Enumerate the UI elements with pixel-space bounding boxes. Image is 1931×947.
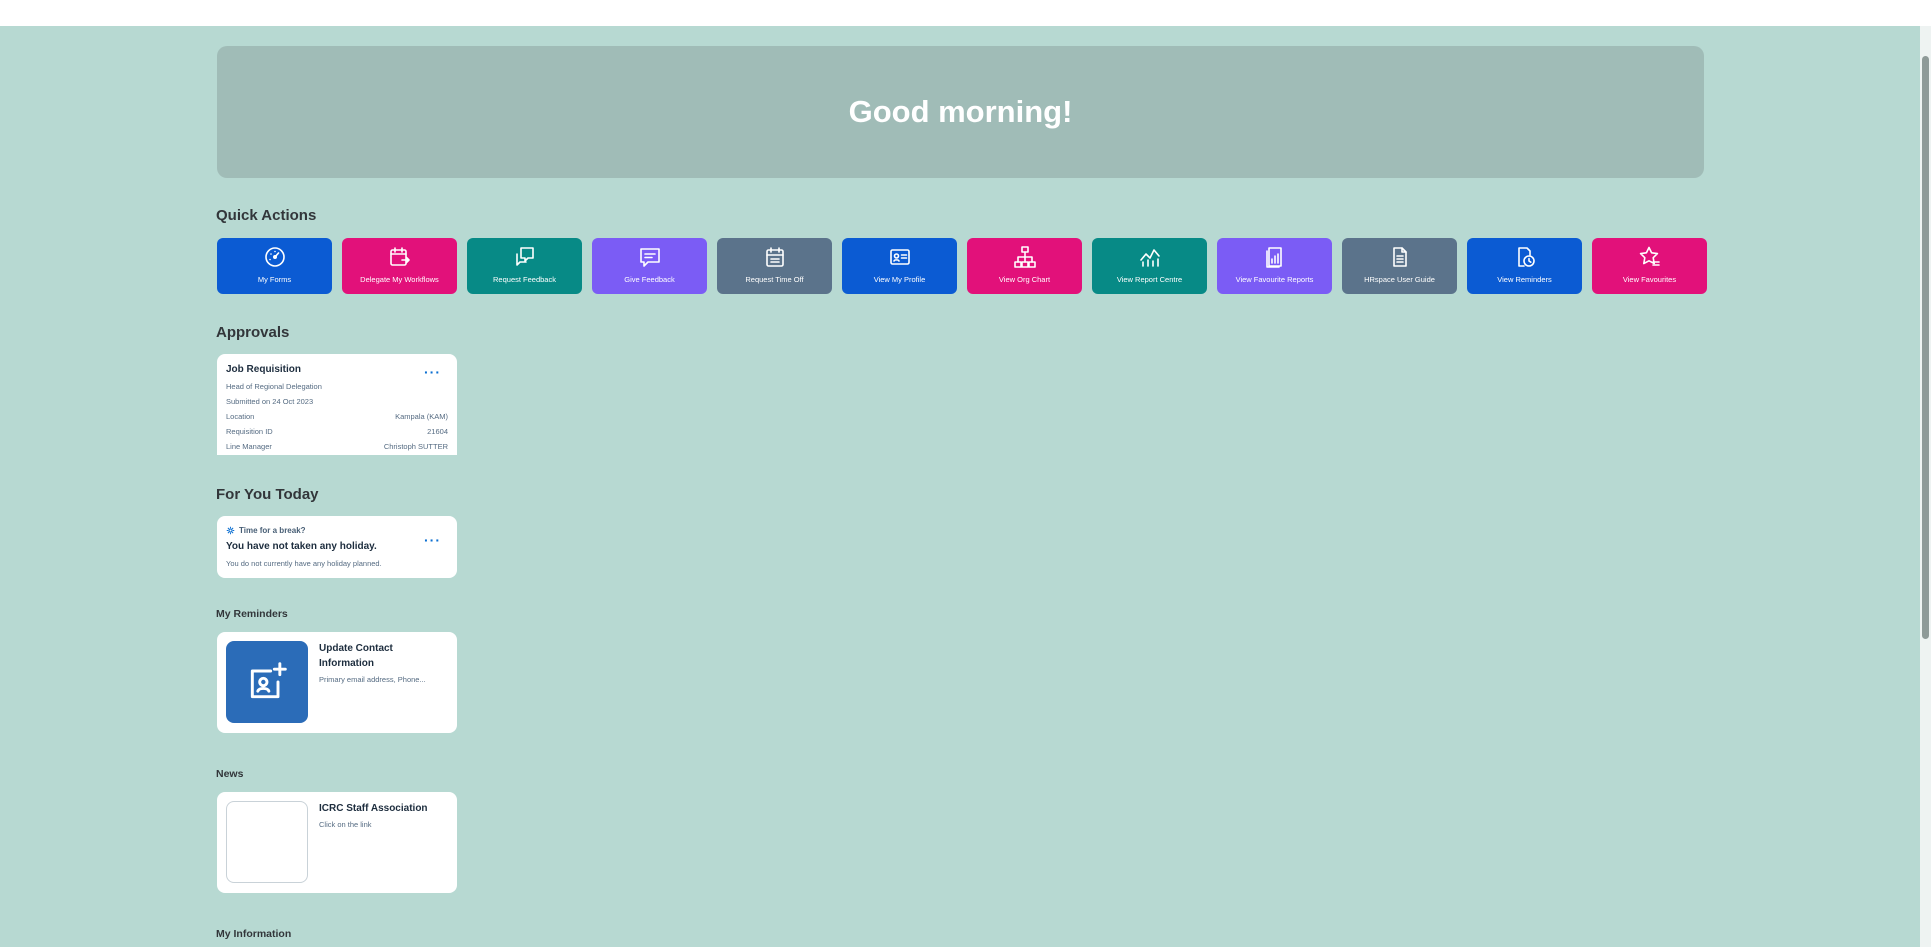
quick-action-label: Request Time Off (745, 275, 804, 284)
report-icon (1262, 244, 1288, 270)
approval-field-row: Requisition ID 21604 (226, 427, 448, 436)
for-you-title: You have not taken any holiday. (226, 541, 377, 552)
gauge-icon (262, 244, 288, 270)
approval-field-label: Location (226, 412, 255, 421)
reminder-icon (1512, 244, 1538, 270)
request-time-off-button[interactable]: Request Time Off (717, 238, 832, 294)
approval-more-button[interactable]: ··· (424, 365, 441, 379)
approval-field-row: Line Manager Christoph SUTTER (226, 442, 448, 451)
calendar-icon (762, 244, 788, 270)
news-tile-image (226, 801, 308, 883)
reminder-card[interactable]: Update Contact Information Primary email… (217, 632, 457, 733)
scrollbar-thumb[interactable] (1922, 56, 1929, 639)
reminder-tile-image (226, 641, 308, 723)
quick-action-label: View Reminders (1497, 275, 1552, 284)
quick-action-label: View Org Chart (998, 275, 1051, 284)
quick-action-label: HRspace User Guide (1364, 275, 1435, 284)
quick-action-label: View My Profile (873, 275, 926, 284)
quick-action-label: Give Feedback (624, 275, 675, 284)
feedback-give-icon (637, 244, 663, 270)
approval-field-value: Christoph SUTTER (383, 442, 448, 451)
approval-subtitle: Head of Regional Delegation (226, 382, 322, 391)
for-you-more-button[interactable]: ··· (424, 533, 441, 547)
quick-action-label: View Report Centre (1116, 275, 1183, 284)
news-heading: News (216, 768, 244, 780)
approval-field-label: Line Manager (226, 442, 272, 451)
view-report-centre-button[interactable]: View Report Centre (1092, 238, 1207, 294)
calendar-delegate-icon (387, 244, 413, 270)
quick-actions-heading: Quick Actions (216, 207, 317, 224)
sun-icon (226, 526, 235, 535)
view-reminders-button[interactable]: View Reminders (1467, 238, 1582, 294)
hrspace-user-guide-button[interactable]: HRspace User Guide (1342, 238, 1457, 294)
view-org-chart-button[interactable]: View Org Chart (967, 238, 1082, 294)
news-card[interactable]: ICRC Staff Association Click on the link (217, 792, 457, 893)
approval-submitted-date: Submitted on 24 Oct 2023 (226, 397, 314, 406)
quick-actions-row: My Forms Delegate My Workflows Request F… (217, 238, 1707, 294)
line-chart-icon (1137, 244, 1163, 270)
my-forms-button[interactable]: My Forms (217, 238, 332, 294)
view-favourites-button[interactable]: View Favourites (1592, 238, 1707, 294)
approval-field-value: Kampala (KAM) (395, 412, 448, 421)
quick-action-label: Delegate My Workflows (360, 275, 439, 284)
news-description: Click on the link (319, 820, 372, 829)
view-favourite-reports-button[interactable]: View Favourite Reports (1217, 238, 1332, 294)
give-feedback-button[interactable]: Give Feedback (592, 238, 707, 294)
approval-field-value: 21604 (427, 427, 448, 436)
page-scrollbar[interactable] (1920, 26, 1931, 947)
profile-card-icon (887, 244, 913, 270)
star-list-icon (1637, 244, 1663, 270)
approval-field-label: Requisition ID (226, 427, 273, 436)
feedback-request-icon (512, 244, 538, 270)
approval-field-row: Location Kampala (KAM) (226, 412, 448, 421)
for-you-description: You do not currently have any holiday pl… (226, 559, 382, 568)
add-contact-icon (250, 662, 287, 699)
request-feedback-button[interactable]: Request Feedback (467, 238, 582, 294)
org-chart-icon (1012, 244, 1038, 270)
top-bar (0, 0, 1931, 26)
my-reminders-heading: My Reminders (216, 608, 288, 620)
document-icon (1387, 244, 1413, 270)
approval-title: Job Requisition (226, 364, 301, 375)
approvals-heading: Approvals (216, 324, 290, 341)
for-you-header: Time for a break? (226, 526, 306, 535)
quick-action-label: My Forms (257, 275, 292, 284)
my-information-heading: My Information (216, 928, 292, 940)
for-you-header-text: Time for a break? (239, 526, 306, 535)
quick-action-label: View Favourites (1622, 275, 1677, 284)
greeting-title: Good morning! (848, 94, 1073, 129)
approval-card[interactable]: Job Requisition ··· Head of Regional Del… (217, 354, 457, 455)
view-my-profile-button[interactable]: View My Profile (842, 238, 957, 294)
greeting-banner: Good morning! (217, 46, 1704, 178)
delegate-my-workflows-button[interactable]: Delegate My Workflows (342, 238, 457, 294)
reminder-description: Primary email address, Phone... (319, 675, 426, 684)
for-you-today-heading: For You Today (216, 486, 319, 503)
news-title: ICRC Staff Association (319, 803, 428, 814)
for-you-today-card[interactable]: Time for a break? ··· You have not taken… (217, 516, 457, 578)
quick-action-label: Request Feedback (493, 275, 556, 284)
quick-action-label: View Favourite Reports (1235, 275, 1314, 284)
reminder-title: Update Contact Information (319, 643, 393, 669)
